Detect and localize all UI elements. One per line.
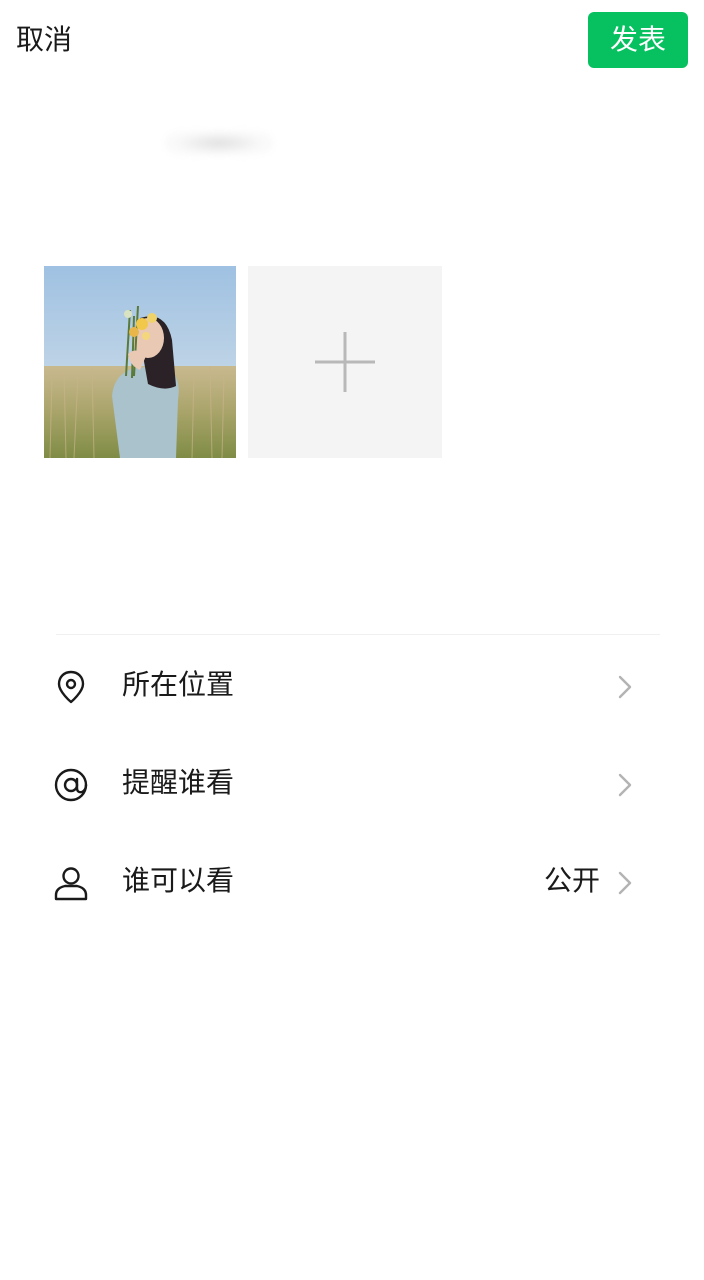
- publish-button[interactable]: 发表: [588, 12, 688, 68]
- photo-thumbnail[interactable]: [44, 266, 236, 458]
- visibility-value: 公开: [543, 864, 600, 897]
- option-label: 提醒谁看: [122, 766, 235, 799]
- option-visibility[interactable]: 谁可以看 公开: [44, 833, 660, 931]
- plus-icon: [315, 332, 375, 392]
- chevron-right-icon: [618, 773, 632, 797]
- option-label: 谁可以看: [122, 864, 235, 897]
- chevron-right-icon: [618, 675, 632, 699]
- option-location[interactable]: 所在位置: [44, 637, 660, 735]
- add-photo-button[interactable]: [248, 266, 442, 458]
- location-pin-icon: [57, 670, 85, 704]
- post-text-input[interactable]: [44, 100, 660, 240]
- at-icon: [54, 768, 88, 802]
- chevron-right-icon: [618, 871, 632, 895]
- person-icon: [54, 867, 88, 901]
- photo-image: [44, 266, 236, 458]
- divider: [56, 634, 660, 635]
- top-bar: 取消 发表: [0, 0, 704, 80]
- option-label: 所在位置: [122, 668, 235, 701]
- blurred-text: [164, 130, 274, 156]
- cancel-button[interactable]: 取消: [16, 20, 72, 60]
- option-mention[interactable]: 提醒谁看: [44, 735, 660, 833]
